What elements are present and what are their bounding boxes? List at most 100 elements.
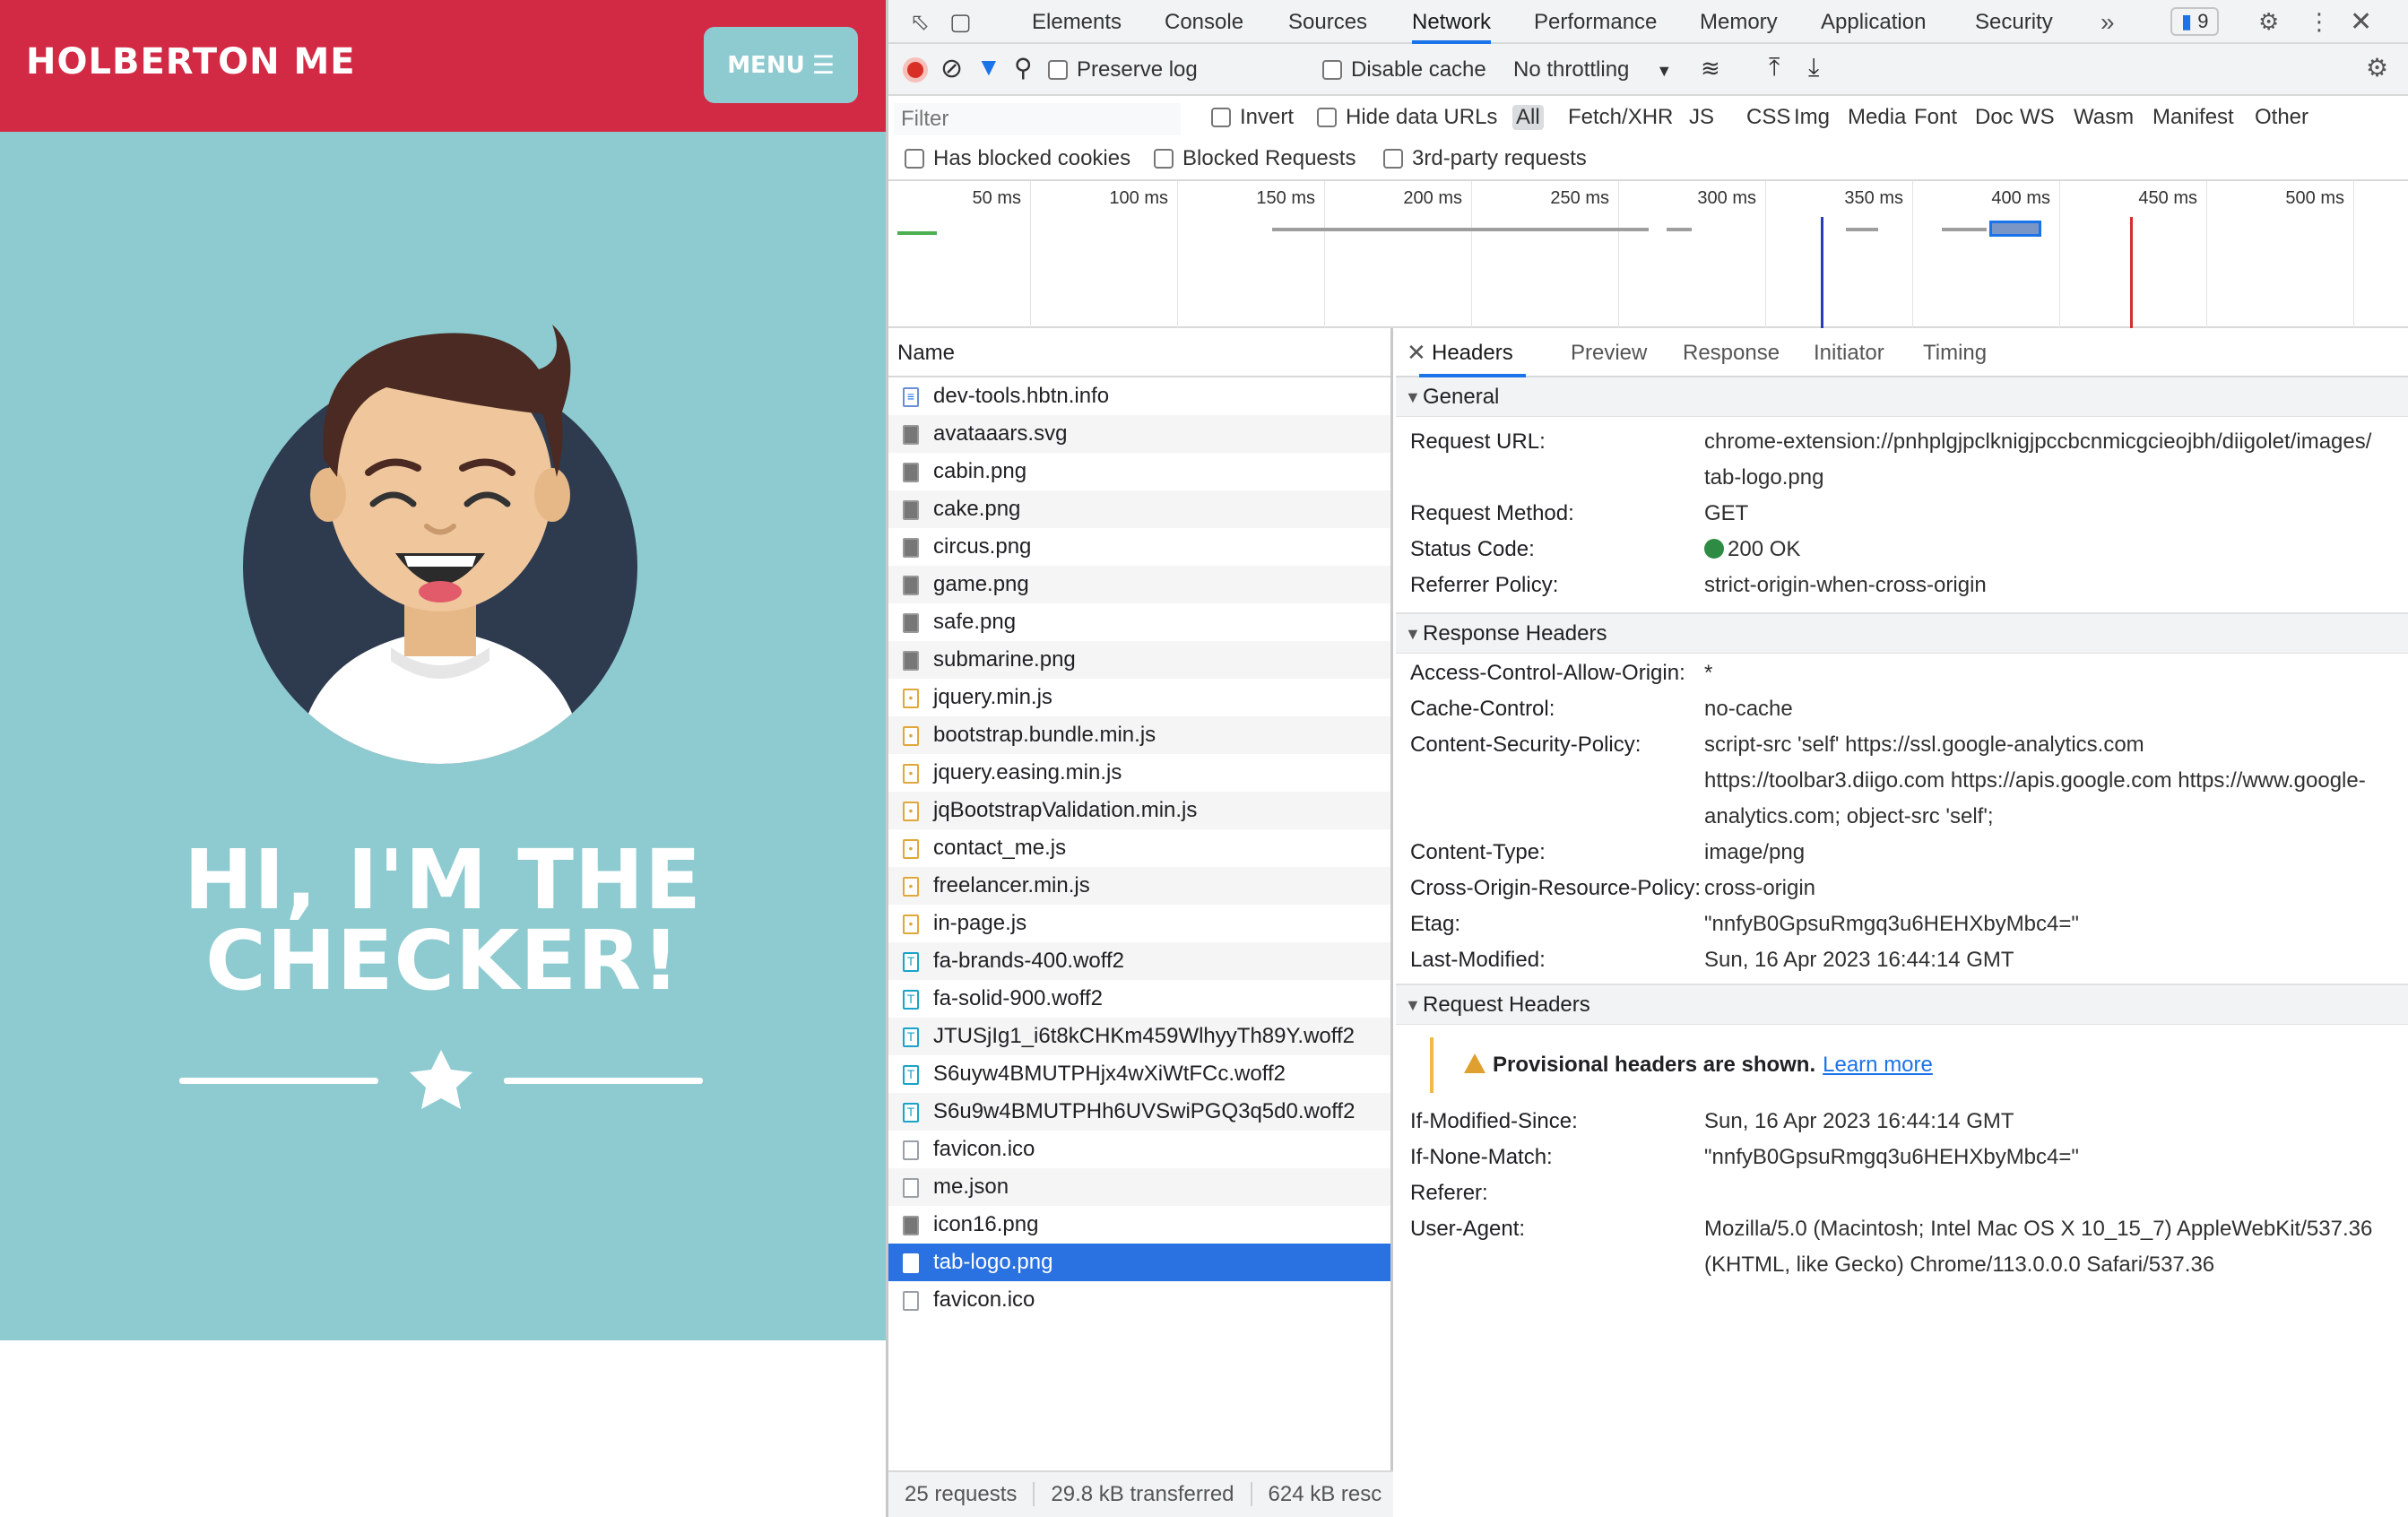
site-brand[interactable]: HOLBERTON ME: [26, 41, 356, 82]
request-row[interactable]: circus.png: [888, 528, 1390, 566]
request-row[interactable]: • contact_me.js: [888, 829, 1390, 867]
timeline-tick-label: 50 ms: [972, 188, 1021, 208]
name-column-header[interactable]: Name: [888, 328, 1390, 377]
tab-performance[interactable]: Performance: [1534, 0, 1657, 44]
header-row: Cache-Control: no-cache: [1396, 691, 2408, 727]
type-filter-all[interactable]: All: [1512, 105, 1544, 130]
type-filter-js[interactable]: JS: [1689, 105, 1714, 130]
timeline-bar: [897, 231, 937, 235]
type-filter-img[interactable]: Img: [1794, 105, 1830, 130]
request-row[interactable]: • freelancer.min.js: [888, 867, 1390, 905]
request-row[interactable]: • bootstrap.bundle.min.js: [888, 716, 1390, 754]
device-toolbar-icon[interactable]: ▢: [949, 0, 972, 44]
timeline-overview[interactable]: 50 ms 100 ms 150 ms 200 ms 250 ms 300 ms 350 m…: [888, 181, 2408, 328]
preserve-log-checkbox[interactable]: Preserve log: [1048, 57, 1198, 82]
more-tabs-icon[interactable]: »: [2101, 0, 2115, 44]
tab-memory[interactable]: Memory: [1700, 0, 1778, 44]
request-row[interactable]: cabin.png: [888, 453, 1390, 490]
details-tab-timing[interactable]: Timing: [1923, 328, 1987, 377]
request-row[interactable]: T S6u9w4BMUTPHh6UVSwiPGQ3q5d0.woff2: [888, 1093, 1390, 1131]
type-filter-font[interactable]: Font: [1914, 105, 1957, 130]
request-row[interactable]: avataaars.svg: [888, 415, 1390, 453]
disable-cache-label: Disable cache: [1351, 57, 1486, 82]
issues-badge[interactable]: ▮ 9: [2170, 7, 2220, 36]
record-button[interactable]: [903, 57, 928, 82]
request-row[interactable]: safe.png: [888, 603, 1390, 641]
request-row[interactable]: • jqBootstrapValidation.min.js: [888, 792, 1390, 829]
request-row[interactable]: Tfa-solid-900.woff2: [888, 980, 1390, 1018]
network-settings-icon[interactable]: ⚙: [2366, 53, 2388, 82]
other-file-icon: [903, 1140, 919, 1160]
blocked-requests-checkbox[interactable]: Blocked Requests: [1154, 146, 1356, 171]
clear-icon[interactable]: ⊘: [940, 53, 963, 84]
request-row[interactable]: game.png: [888, 566, 1390, 603]
settings-gear-icon[interactable]: ⚙: [2258, 0, 2279, 44]
menu-button[interactable]: MENU ☰: [704, 27, 858, 103]
request-row[interactable]: submarine.png: [888, 641, 1390, 679]
details-tab-initiator[interactable]: Initiator: [1814, 328, 1884, 377]
header-row: Access-Control-Allow-Origin: *: [1396, 655, 2408, 691]
timeline-tick-label: 100 ms: [1109, 188, 1168, 208]
response-headers-header[interactable]: ▼ Response Headers: [1396, 614, 2408, 654]
filter-input[interactable]: [894, 103, 1181, 135]
tab-security[interactable]: Security: [1975, 0, 2053, 44]
tab-elements[interactable]: Elements: [1032, 0, 1122, 44]
learn-more-link[interactable]: Learn more: [1823, 1053, 1933, 1077]
request-row[interactable]: favicon.ico: [888, 1131, 1390, 1168]
request-row[interactable]: cake.png: [888, 490, 1390, 528]
disable-cache-checkbox[interactable]: Disable cache: [1322, 57, 1486, 82]
header-value: Mozilla/5.0 (Macintosh; Intel Mac OS X 1…: [1704, 1217, 2373, 1277]
blocked-cookies-checkbox[interactable]: Has blocked cookies: [905, 146, 1130, 171]
tab-application[interactable]: Application: [1821, 0, 1926, 44]
timeline-tick-label: 450 ms: [2138, 188, 2197, 208]
tab-network[interactable]: Network: [1412, 0, 1492, 44]
invert-checkbox[interactable]: Invert: [1211, 105, 1294, 130]
export-har-icon[interactable]: ⤓: [1808, 53, 1819, 82]
request-row[interactable]: favicon.ico: [888, 1281, 1390, 1319]
type-filter-css[interactable]: CSS: [1746, 105, 1790, 130]
tab-sources[interactable]: Sources: [1288, 0, 1367, 44]
type-filter-other[interactable]: Other: [2255, 105, 2308, 130]
img-file-icon: [903, 463, 919, 482]
search-icon[interactable]: ⚲: [1014, 53, 1033, 82]
throttling-select[interactable]: No throttling ▼: [1513, 57, 1672, 82]
request-row[interactable]: ≡ dev-tools.hbtn.info: [888, 377, 1390, 415]
tab-console[interactable]: Console: [1165, 0, 1243, 44]
type-filter-doc[interactable]: Doc: [1975, 105, 2014, 130]
inspect-element-icon[interactable]: ⬁: [910, 0, 930, 44]
filter-funnel-icon[interactable]: ▼: [976, 53, 1001, 82]
request-row[interactable]: • jquery.min.js: [888, 679, 1390, 716]
details-tab-preview[interactable]: Preview: [1571, 328, 1647, 377]
type-filter-ws[interactable]: WS: [2020, 105, 2055, 130]
request-row[interactable]: me.json: [888, 1168, 1390, 1206]
request-row[interactable]: T S6uyw4BMUTPHjx4wXiWtFCc.woff2: [888, 1055, 1390, 1093]
network-conditions-icon[interactable]: ≋: [1701, 55, 1720, 82]
import-har-icon[interactable]: ⤒: [1769, 53, 1780, 82]
request-row[interactable]: tab-logo.png: [888, 1244, 1390, 1281]
hide-data-urls-checkbox[interactable]: Hide data URLs: [1317, 105, 1497, 130]
hamburger-icon: ☰: [811, 50, 835, 80]
type-filter-manifest[interactable]: Manifest: [2152, 105, 2234, 130]
third-party-checkbox[interactable]: 3rd-party requests: [1383, 146, 1587, 171]
img-file-icon: [903, 425, 919, 445]
type-filter-media[interactable]: Media: [1848, 105, 1906, 130]
transferred-size: 29.8 kB transferred: [1035, 1482, 1252, 1506]
details-tab-headers[interactable]: Headers: [1419, 328, 1526, 377]
close-devtools-icon[interactable]: ✕: [2350, 0, 2372, 44]
header-row: Request Method: GET: [1396, 496, 2408, 532]
request-row[interactable]: icon16.png: [888, 1206, 1390, 1244]
request-row[interactable]: T JTUSjIg1_i6t8kCHKm459WlhyyTh89Y.woff2: [888, 1018, 1390, 1055]
general-section-header[interactable]: ▼ General: [1396, 377, 2408, 417]
request-row[interactable]: • in-page.js: [888, 905, 1390, 942]
header-row: Etag: "nnfyB0GpsuRmgq3u6HEHXbyMbc4=": [1396, 906, 2408, 942]
request-row[interactable]: Tfa-brands-400.woff2: [888, 942, 1390, 980]
request-name: cake.png: [933, 497, 1021, 521]
type-filter-fetch-xhr[interactable]: Fetch/XHR: [1568, 105, 1673, 130]
type-filter-wasm[interactable]: Wasm: [2074, 105, 2134, 130]
request-row[interactable]: • jquery.easing.min.js: [888, 754, 1390, 792]
timeline-gridline: [1324, 181, 1325, 328]
details-tab-response[interactable]: Response: [1683, 328, 1780, 377]
timeline-gridline: [1912, 181, 1913, 328]
more-options-icon[interactable]: ⋮: [2308, 0, 2331, 44]
request-headers-header[interactable]: ▼ Request Headers: [1396, 985, 2408, 1025]
